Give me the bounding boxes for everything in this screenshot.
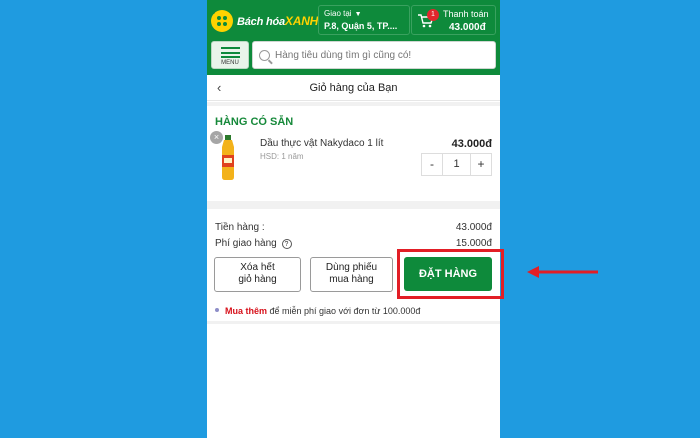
delivery-location-selector[interactable]: Giao tại ▼ P.8, Quận 5, TP.... bbox=[318, 5, 410, 35]
use-voucher-button[interactable]: Dùng phiếu mua hàng bbox=[310, 257, 393, 292]
product-image bbox=[222, 135, 234, 180]
product-name[interactable]: Dầu thực vật Nakydaco 1 lít bbox=[260, 138, 383, 149]
product-price: 43.000đ bbox=[451, 138, 492, 150]
hamburger-icon bbox=[221, 47, 240, 58]
section-title: HÀNG CÓ SẴN bbox=[215, 116, 294, 128]
quantity-value[interactable]: 1 bbox=[443, 153, 470, 176]
annotation-arrow-icon bbox=[527, 266, 598, 278]
shipping-fee-row: Phí giao hàng ? 15.000đ bbox=[215, 238, 492, 249]
goods-total-label: Tiền hàng : bbox=[215, 222, 265, 233]
buy-more-link[interactable]: Mua thêm bbox=[225, 306, 267, 316]
search-icon bbox=[259, 49, 270, 61]
decrease-quantity-button[interactable]: - bbox=[421, 153, 443, 176]
annotation-highlight-box bbox=[397, 249, 504, 299]
bullet-icon bbox=[215, 308, 219, 312]
checkout-cart-button[interactable]: 1 Thanh toán 43.000đ bbox=[411, 5, 496, 35]
increase-quantity-button[interactable]: + bbox=[470, 153, 492, 176]
checkout-label: Thanh toán bbox=[443, 9, 489, 19]
logo-icon bbox=[211, 10, 233, 32]
goods-total-row: Tiền hàng : 43.000đ bbox=[215, 222, 492, 233]
logo-text: Bách hóaXANH bbox=[237, 14, 319, 28]
cart-count-badge: 1 bbox=[427, 9, 439, 21]
menu-button[interactable]: MENU bbox=[211, 41, 249, 69]
help-icon[interactable]: ? bbox=[281, 239, 292, 249]
product-expiry: HSD: 1 năm bbox=[260, 152, 304, 161]
quantity-stepper: - 1 + bbox=[421, 153, 492, 176]
search-bar[interactable] bbox=[252, 41, 496, 69]
search-input[interactable] bbox=[275, 49, 495, 61]
menu-label: MENU bbox=[221, 60, 239, 66]
app-header: Bách hóaXANH Giao tại ▼ P.8, Quận 5, TP..… bbox=[207, 0, 500, 75]
divider bbox=[207, 321, 500, 324]
goods-total-value: 43.000đ bbox=[455, 222, 492, 233]
page-header: ‹ Giỏ hàng của Bạn bbox=[207, 75, 500, 101]
caret-down-icon: ▼ bbox=[354, 11, 362, 18]
divider bbox=[207, 201, 500, 209]
brand-logo[interactable]: Bách hóaXANH bbox=[211, 8, 319, 34]
page-title: Giỏ hàng của Bạn bbox=[309, 82, 398, 94]
shipping-fee-label: Phí giao hàng ? bbox=[215, 238, 292, 249]
divider bbox=[207, 102, 500, 106]
free-shipping-note: Mua thêm để miễn phí giao với đơn từ 100… bbox=[215, 306, 420, 316]
shipping-fee-value: 15.000đ bbox=[455, 238, 492, 249]
phone-screen: Bách hóaXANH Giao tại ▼ P.8, Quận 5, TP..… bbox=[207, 0, 500, 438]
cart-total: 43.000đ bbox=[449, 22, 486, 33]
delivery-label: Giao tại ▼ bbox=[324, 9, 362, 18]
delivery-address: P.8, Quận 5, TP.... bbox=[324, 21, 398, 31]
clear-cart-button[interactable]: Xóa hết giỏ hàng bbox=[214, 257, 301, 292]
